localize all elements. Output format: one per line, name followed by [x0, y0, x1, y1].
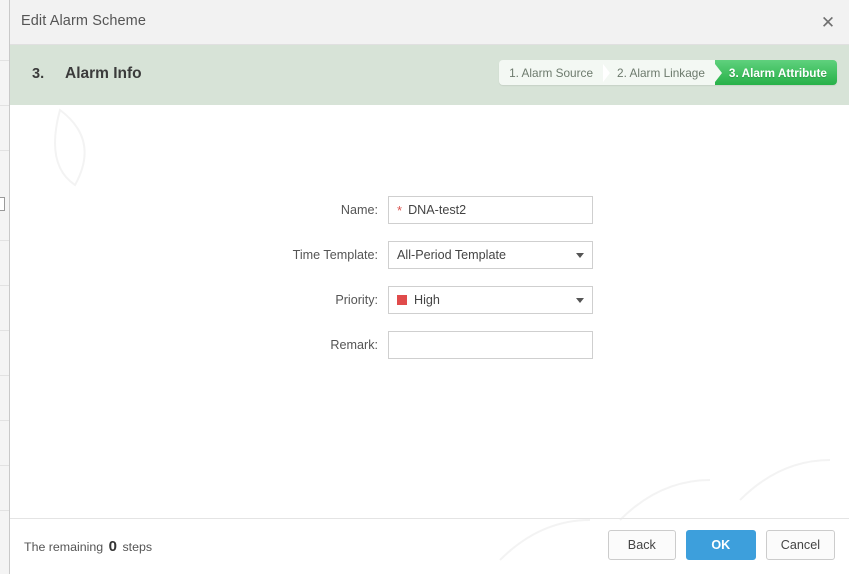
- alarm-info-form: Name: * DNA-test2 Time Template: All-Per…: [10, 196, 849, 376]
- background-page-strip: [0, 0, 10, 574]
- name-label: Name:: [340, 203, 378, 217]
- remark-label: Remark:: [330, 338, 378, 352]
- edit-alarm-scheme-dialog: Edit Alarm Scheme ✕ 3. Alarm Info 1. Ala…: [10, 0, 849, 574]
- priority-color-swatch: [397, 295, 407, 305]
- close-icon[interactable]: ✕: [815, 10, 841, 36]
- form-row-time-template: Time Template: All-Period Template: [10, 241, 849, 269]
- form-row-name: Name: * DNA-test2: [10, 196, 849, 224]
- chevron-down-icon: [576, 253, 584, 258]
- step-title: Alarm Info: [65, 65, 142, 82]
- priority-label: Priority:: [335, 293, 378, 307]
- priority-select[interactable]: High: [388, 286, 593, 314]
- step-banner: 3. Alarm Info 1. Alarm Source 2. Alarm L…: [10, 45, 849, 105]
- time-template-select[interactable]: All-Period Template: [388, 241, 593, 269]
- name-input-value: DNA-test2: [408, 203, 467, 217]
- remark-input[interactable]: [388, 331, 593, 359]
- breadcrumb-step-label: 2. Alarm Linkage: [617, 65, 705, 80]
- time-template-label: Time Template:: [292, 248, 378, 262]
- breadcrumb-step-alarm-attribute[interactable]: 3. Alarm Attribute: [714, 60, 837, 85]
- dialog-body: Name: * DNA-test2 Time Template: All-Per…: [10, 105, 849, 518]
- name-input[interactable]: * DNA-test2: [388, 196, 593, 224]
- background-checkbox: [0, 197, 5, 211]
- cancel-button[interactable]: Cancel: [765, 530, 835, 560]
- remaining-steps-text: The remaining 0 steps: [24, 538, 152, 555]
- breadcrumb-step-alarm-linkage[interactable]: 2. Alarm Linkage: [603, 60, 715, 85]
- dialog-title: Edit Alarm Scheme: [21, 13, 146, 29]
- step-number: 3.: [32, 66, 45, 82]
- priority-value: High: [414, 293, 440, 307]
- breadcrumb-step-alarm-source[interactable]: 1. Alarm Source: [499, 60, 604, 85]
- form-row-remark: Remark:: [10, 331, 849, 359]
- breadcrumb-step-label: 1. Alarm Source: [509, 65, 594, 80]
- dialog-titlebar: Edit Alarm Scheme ✕: [10, 0, 849, 45]
- remaining-count: 0: [108, 538, 117, 555]
- ok-button[interactable]: OK: [685, 530, 756, 560]
- chevron-down-icon: [576, 298, 584, 303]
- footer-buttons: Back OK Cancel: [607, 530, 835, 560]
- back-button[interactable]: Back: [607, 530, 676, 560]
- step-breadcrumb: 1. Alarm Source 2. Alarm Linkage 3. Alar…: [499, 60, 837, 85]
- dialog-footer: The remaining 0 steps Back OK Cancel: [10, 518, 849, 574]
- remaining-prefix: The remaining: [24, 540, 104, 554]
- required-asterisk-icon: *: [397, 202, 403, 218]
- breadcrumb-step-label: 3. Alarm Attribute: [728, 65, 827, 80]
- form-row-priority: Priority: High: [10, 286, 849, 314]
- time-template-value: All-Period Template: [397, 248, 506, 262]
- remaining-suffix: steps: [122, 540, 153, 554]
